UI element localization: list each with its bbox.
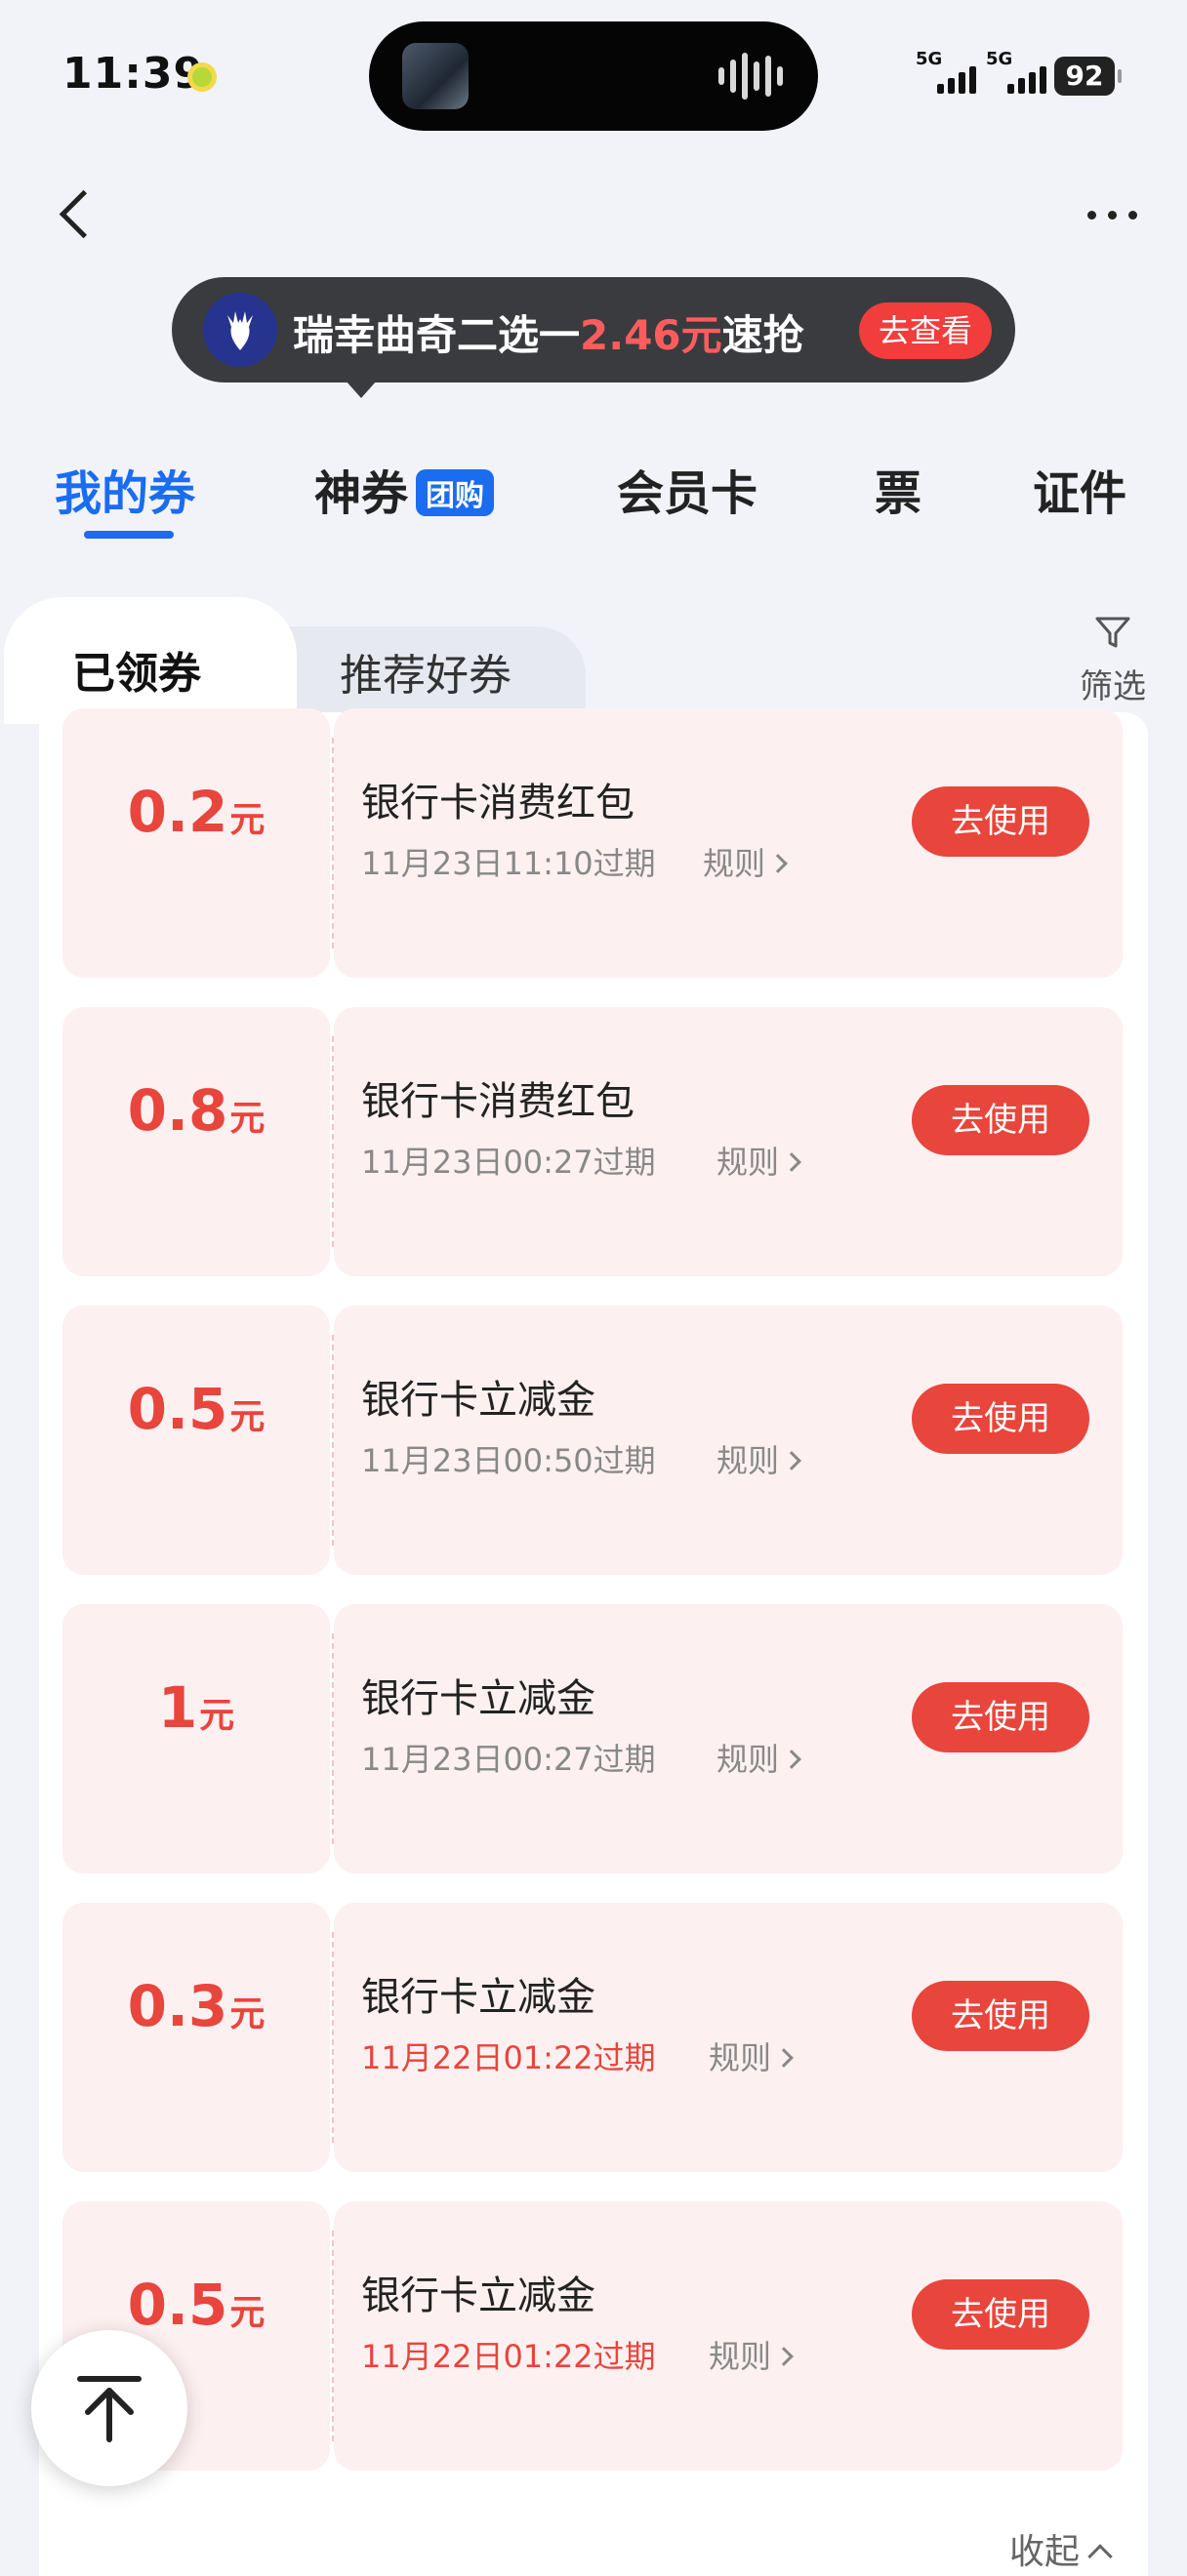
coupon-expiry: 11月22日01:22过期	[361, 2338, 656, 2375]
coupon-rules-link[interactable]: 规则	[709, 2033, 794, 2078]
collapse-button[interactable]: 收起	[1009, 2523, 1113, 2574]
tab-my-coupons[interactable]: 我的券	[55, 455, 195, 523]
coupon-title: 银行卡立减金	[361, 1676, 595, 1721]
coupon-title: 银行卡立减金	[361, 1975, 595, 2020]
coupon-expiry: 11月23日11:10过期	[361, 845, 656, 882]
network-type-label-2: 5G	[986, 49, 1013, 69]
promo-price: 2.46元	[580, 311, 722, 359]
coupon-card: 0.3元 银行卡立减金 11月22日01:22过期 规则 去使用	[62, 1903, 1123, 2172]
coupon-card: 1元 银行卡立减金 11月23日00:27过期 规则 去使用	[62, 1604, 1123, 1873]
chevron-right-icon	[782, 1451, 801, 1470]
tab-super-coupons[interactable]: 神券 团购	[314, 455, 495, 523]
chevron-right-icon	[768, 854, 788, 873]
subtab-bar: 已领券 推荐好券	[0, 597, 1187, 724]
coupon-amount: 1元	[157, 1674, 235, 1741]
promo-view-button[interactable]: 去查看	[859, 302, 992, 359]
coupon-expiry: 11月23日00:50过期	[361, 1442, 656, 1479]
coupon-amount: 0.3元	[127, 1973, 266, 2039]
coupon-amount: 0.5元	[127, 2272, 266, 2338]
chevron-up-icon	[1087, 2544, 1113, 2569]
coupon-title: 银行卡消费红包	[361, 1079, 634, 1124]
coupon-expiry: 11月22日01:22过期	[361, 2039, 656, 2076]
coupon-title: 银行卡消费红包	[361, 781, 634, 825]
location-indicator-icon	[187, 62, 217, 92]
coupon-expiry: 11月23日00:27过期	[361, 1144, 656, 1181]
coupon-title: 银行卡立减金	[361, 2274, 595, 2318]
promo-text: 瑞幸曲奇二选一2.46元速抢	[293, 311, 804, 359]
coupon-rules-link[interactable]: 规则	[716, 1436, 801, 1481]
use-coupon-button[interactable]: 去使用	[912, 1682, 1089, 1752]
tab-member-cards[interactable]: 会员卡	[617, 455, 757, 523]
luckin-logo-icon	[203, 293, 277, 367]
use-coupon-button[interactable]: 去使用	[912, 1384, 1089, 1454]
coupon-rules-link[interactable]: 规则	[703, 839, 788, 884]
subtab-recommended-label[interactable]: 推荐好券	[340, 640, 512, 703]
filter-icon	[1095, 617, 1130, 648]
coupon-card: 0.5元 银行卡立减金 11月22日01:22过期 规则 去使用	[62, 2201, 1123, 2471]
battery-icon: 92	[1054, 57, 1122, 96]
coupon-amount: 0.8元	[127, 1077, 266, 1144]
status-time: 11:39	[62, 49, 205, 99]
audio-wave-icon	[718, 51, 783, 101]
chevron-right-icon	[782, 1750, 801, 1769]
status-bar: 11:39 5G 5G 92	[0, 0, 1187, 146]
subtab-claimed-label[interactable]: 已领券	[72, 638, 201, 701]
filter-label: 筛选	[1080, 667, 1146, 706]
coupon-card: 0.8元 银行卡消费红包 11月23日00:27过期 规则 去使用	[62, 1007, 1123, 1276]
cellular-signal-icon: 5G	[916, 49, 976, 94]
tab-certificates[interactable]: 证件	[1033, 455, 1126, 523]
chevron-right-icon	[774, 2347, 794, 2366]
chevron-right-icon	[774, 2048, 794, 2068]
use-coupon-button[interactable]: 去使用	[912, 786, 1089, 857]
now-playing-thumbnail	[402, 43, 469, 109]
coupon-rules-link[interactable]: 规则	[716, 1735, 801, 1780]
coupon-card: 0.5元 银行卡立减金 11月23日00:50过期 规则 去使用	[62, 1306, 1123, 1575]
dynamic-island[interactable]	[369, 21, 818, 131]
network-type-label: 5G	[916, 49, 943, 69]
coupon-amount: 0.2元	[127, 779, 266, 845]
use-coupon-button[interactable]: 去使用	[912, 1085, 1089, 1155]
group-buy-badge: 团购	[416, 469, 495, 516]
back-button[interactable]	[51, 178, 109, 256]
use-coupon-button[interactable]: 去使用	[912, 2279, 1089, 2350]
tab-tickets[interactable]: 票	[875, 455, 921, 523]
coupon-rules-link[interactable]: 规则	[709, 2332, 794, 2377]
coupon-amount: 0.5元	[127, 1376, 266, 1442]
cellular-signal-icon-2: 5G	[986, 49, 1046, 94]
coupon-expiry: 11月23日00:27过期	[361, 1741, 656, 1778]
use-coupon-button[interactable]: 去使用	[912, 1981, 1089, 2051]
filter-button[interactable]: 筛选	[1074, 615, 1152, 707]
chevron-right-icon	[782, 1152, 801, 1172]
active-tab-indicator	[84, 531, 174, 539]
coupon-rules-link[interactable]: 规则	[716, 1138, 801, 1183]
more-options-button[interactable]	[1078, 195, 1146, 234]
arrow-up-to-top-icon	[77, 2376, 142, 2442]
coupon-title: 银行卡立减金	[361, 1378, 595, 1423]
coupon-card: 0.2元 银行卡消费红包 11月23日11:10过期 规则 去使用	[62, 708, 1123, 978]
scroll-to-top-button[interactable]	[31, 2330, 187, 2486]
promo-banner[interactable]: 瑞幸曲奇二选一2.46元速抢 去查看	[172, 277, 1015, 398]
coupon-list-panel: 0.2元 银行卡消费红包 11月23日11:10过期 规则 去使用 0.8元 银…	[39, 708, 1148, 2576]
